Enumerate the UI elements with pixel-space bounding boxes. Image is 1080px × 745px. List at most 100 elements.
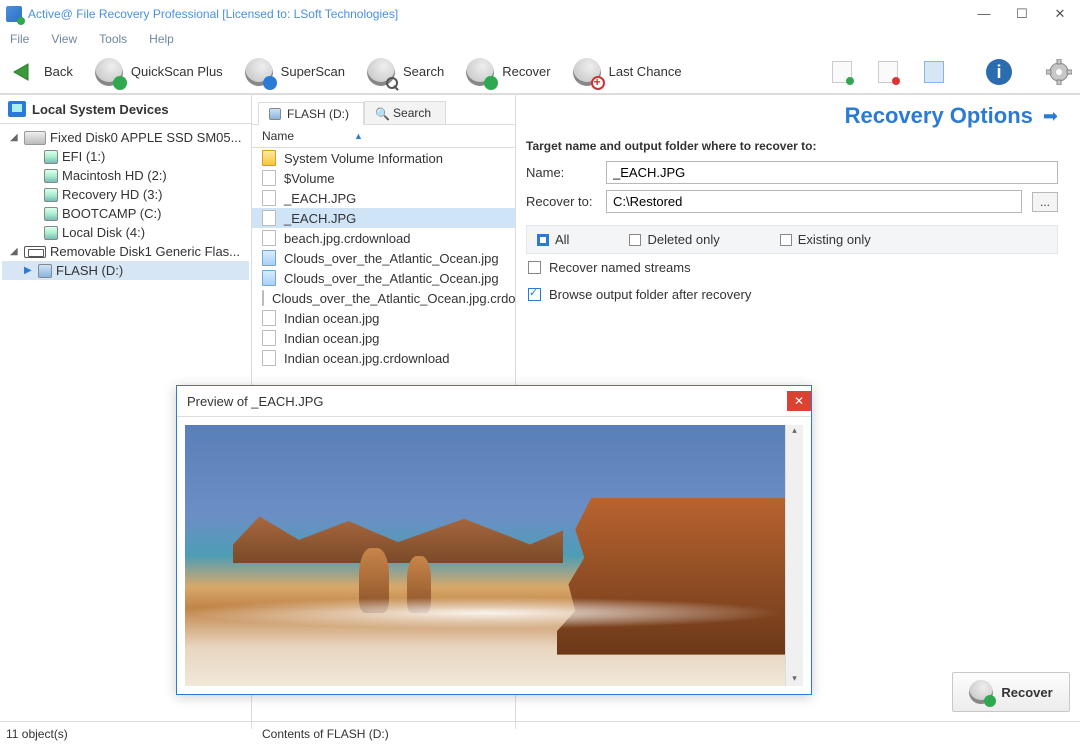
filter-existing-label: Existing only [798, 232, 871, 247]
back-button[interactable]: Back [8, 58, 73, 86]
menu-help[interactable]: Help [149, 32, 174, 46]
radio-icon [629, 234, 641, 246]
file-name: Indian ocean.jpg [284, 331, 379, 346]
maximize-button[interactable]: ☐ [1014, 6, 1030, 22]
settings-gear-icon[interactable] [1046, 59, 1072, 85]
filter-deleted-label: Deleted only [647, 232, 719, 247]
expand-arrow-icon[interactable]: ▶ [24, 265, 34, 276]
file-name: _EACH.JPG [284, 211, 356, 226]
file-row[interactable]: System Volume Information [252, 148, 515, 168]
filter-existing[interactable]: Existing only [780, 232, 871, 247]
folder-icon [262, 150, 276, 166]
preview-close-button[interactable]: ✕ [787, 391, 811, 411]
browse-after-check[interactable]: Browse output folder after recovery [526, 281, 1058, 308]
file-icon [262, 230, 276, 246]
file-icon [262, 250, 276, 266]
file-row[interactable]: Clouds_over_the_Atlantic_Ocean.jpg [252, 268, 515, 288]
preview-window[interactable]: Preview of _EACH.JPG ✕ ▴ ▾ [176, 385, 812, 695]
tree-disk0[interactable]: ◢ Fixed Disk0 APPLE SSD SM05... [2, 128, 249, 147]
filter-deleted[interactable]: Deleted only [629, 232, 719, 247]
close-button[interactable]: ✕ [1052, 6, 1068, 22]
info-icon[interactable]: i [986, 59, 1012, 85]
tree-vol-localdisk[interactable]: Local Disk (4:) [2, 223, 249, 242]
file-name: Clouds_over_the_Atlantic_Ocean.jpg [284, 251, 499, 266]
recover-action-button[interactable]: Recover [952, 672, 1070, 712]
radio-icon [537, 234, 549, 246]
volume-icon [44, 188, 58, 202]
doc-selected-icon[interactable] [924, 61, 944, 83]
file-icon [262, 210, 276, 226]
file-row[interactable]: $Volume [252, 168, 515, 188]
volume-icon [44, 226, 58, 240]
named-streams-label: Recover named streams [549, 260, 691, 275]
minimize-button[interactable]: — [976, 6, 992, 22]
tree-disk1[interactable]: ◢ Removable Disk1 Generic Flas... [2, 242, 249, 261]
volume-icon [38, 264, 52, 278]
sort-ascending-icon: ▲ [354, 131, 363, 141]
next-arrow-icon[interactable]: ➡ [1043, 106, 1058, 127]
tab-bar: FLASH (D:) 🔍 Search [252, 95, 515, 125]
file-row[interactable]: _EACH.JPG [252, 188, 515, 208]
sidebar-header-label: Local System Devices [32, 102, 169, 117]
vol-label: BOOTCAMP (C:) [62, 206, 161, 221]
superscan-button[interactable]: SuperScan [245, 58, 345, 86]
tree-vol-macintosh[interactable]: Macintosh HD (2:) [2, 166, 249, 185]
preview-scrollbar[interactable]: ▴ ▾ [785, 425, 803, 686]
file-icon [262, 330, 276, 346]
tree-vol-efi[interactable]: EFI (1:) [2, 147, 249, 166]
menu-tools[interactable]: Tools [99, 32, 127, 46]
browse-button[interactable]: ... [1032, 192, 1058, 212]
doc-delete-icon[interactable] [878, 61, 898, 83]
search-icon: 🔍 [375, 107, 387, 119]
tab-flash[interactable]: FLASH (D:) [258, 102, 364, 125]
titlebar: Active@ File Recovery Professional [Lice… [0, 0, 1080, 28]
file-icon [262, 310, 276, 326]
file-row[interactable]: Indian ocean.jpg.crdownload [252, 348, 515, 368]
file-row[interactable]: Clouds_over_the_Atlantic_Ocean.jpg.crdow… [252, 288, 515, 308]
menu-view[interactable]: View [51, 32, 77, 46]
file-row[interactable]: Indian ocean.jpg [252, 328, 515, 348]
recover-to-input[interactable] [606, 190, 1022, 213]
search-button[interactable]: Search [367, 58, 444, 86]
tree-vol-bootcamp[interactable]: BOOTCAMP (C:) [2, 204, 249, 223]
file-icon [262, 290, 264, 306]
recover-button[interactable]: Recover [466, 58, 550, 86]
scroll-up-icon[interactable]: ▴ [786, 425, 803, 436]
doc-ok-icon[interactable] [832, 61, 852, 83]
file-name: Indian ocean.jpg.crdownload [284, 351, 450, 366]
name-label: Name: [526, 165, 596, 180]
preview-title: Preview of _EACH.JPG [187, 394, 324, 409]
quickscan-button[interactable]: QuickScan Plus [95, 58, 223, 86]
vol-label: Macintosh HD (2:) [62, 168, 167, 183]
vol-label: EFI (1:) [62, 149, 105, 164]
tree-vol-flash[interactable]: ▶ FLASH (D:) [2, 261, 249, 280]
device-tree: ◢ Fixed Disk0 APPLE SSD SM05... EFI (1:)… [0, 124, 251, 284]
file-row[interactable]: beach.jpg.crdownload [252, 228, 515, 248]
tree-vol-recovery[interactable]: Recovery HD (3:) [2, 185, 249, 204]
file-icon [262, 270, 276, 286]
tab-flash-label: FLASH (D:) [287, 107, 349, 121]
named-streams-check[interactable]: Recover named streams [526, 254, 1058, 281]
preview-titlebar[interactable]: Preview of _EACH.JPG ✕ [177, 386, 811, 417]
collapse-arrow-icon[interactable]: ◢ [10, 132, 20, 143]
file-row[interactable]: Indian ocean.jpg [252, 308, 515, 328]
back-label: Back [44, 64, 73, 79]
column-header-name[interactable]: Name ▲ [252, 125, 515, 148]
file-row[interactable]: Clouds_over_the_Atlantic_Ocean.jpg [252, 248, 515, 268]
scroll-down-icon[interactable]: ▾ [786, 673, 803, 684]
menu-file[interactable]: File [10, 32, 29, 46]
drive-search-icon [367, 58, 395, 86]
checkbox-icon [528, 288, 541, 301]
tree-disk0-label: Fixed Disk0 APPLE SSD SM05... [50, 130, 241, 145]
lastchance-button[interactable]: Last Chance [573, 58, 682, 86]
tab-search-label: Search [393, 106, 431, 120]
filter-all[interactable]: All [537, 232, 569, 247]
volume-icon [44, 207, 58, 221]
collapse-arrow-icon[interactable]: ◢ [10, 246, 20, 257]
name-input[interactable] [606, 161, 1058, 184]
tab-search[interactable]: 🔍 Search [364, 101, 446, 124]
file-row[interactable]: _EACH.JPG [252, 208, 515, 228]
file-icon [262, 190, 276, 206]
status-location: Contents of FLASH (D:) [252, 727, 389, 741]
volume-icon [44, 169, 58, 183]
